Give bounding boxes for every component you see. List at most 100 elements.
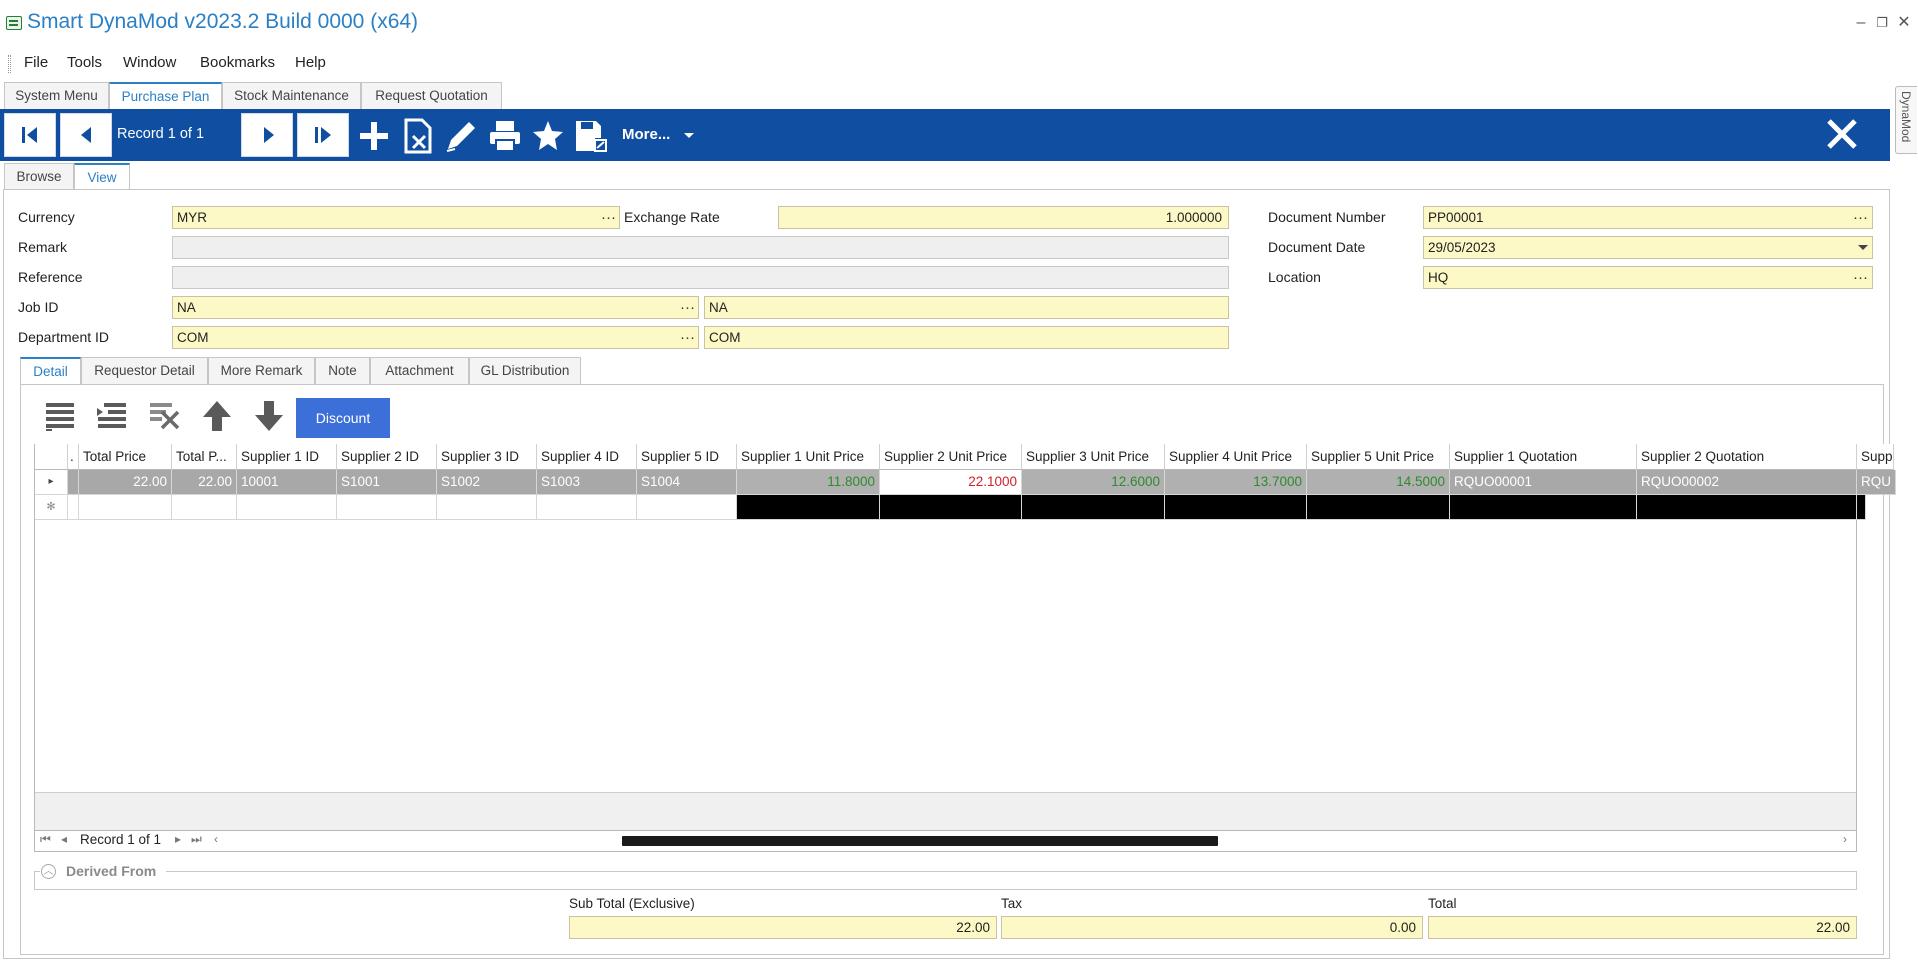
grid-cell[interactable]: S1003	[537, 470, 637, 495]
row-selector[interactable]: ▸	[35, 470, 68, 495]
currency-lookup-button[interactable]: ···	[601, 209, 616, 226]
grid-cell[interactable]: RQU	[1857, 470, 1896, 495]
tab-browse[interactable]: Browse	[4, 163, 74, 189]
add-button[interactable]	[356, 118, 392, 154]
tab-view[interactable]: View	[74, 163, 130, 190]
tab-stock-maintenance[interactable]: Stock Maintenance	[222, 82, 361, 109]
scroll-right-icon[interactable]: ›	[1843, 832, 1847, 846]
grid-cell-new[interactable]	[237, 495, 337, 520]
first-record-button[interactable]	[4, 113, 56, 157]
tab-detail[interactable]: Detail	[20, 357, 81, 385]
add-row-button[interactable]	[42, 398, 78, 434]
grid-cell-new[interactable]	[337, 495, 437, 520]
edit-button[interactable]	[443, 118, 479, 154]
grid-cell-new[interactable]	[1450, 495, 1637, 520]
grid-last-icon[interactable]: ⏭	[191, 832, 202, 847]
job-description-field[interactable]: NA	[704, 296, 1229, 319]
grid-cell[interactable]: 11.8000	[737, 470, 880, 495]
grid-cell[interactable]: 13.7000	[1165, 470, 1307, 495]
menu-tools[interactable]: Tools	[67, 54, 102, 71]
grid-cell-new[interactable]	[79, 495, 172, 520]
remark-field[interactable]	[172, 236, 1229, 259]
document-date-field[interactable]: 29/05/2023	[1423, 236, 1873, 259]
more-menu-button[interactable]: More...	[622, 126, 670, 143]
grid-cell[interactable]	[68, 470, 79, 495]
grid-cell[interactable]: S1001	[337, 470, 437, 495]
grid-cell[interactable]: 10001	[237, 470, 337, 495]
grid-cell-new[interactable]	[637, 495, 737, 520]
delete-row-button[interactable]	[146, 398, 182, 434]
grid-first-icon[interactable]: ⏮	[40, 832, 51, 847]
delete-button[interactable]	[400, 118, 436, 154]
location-field[interactable]: HQ	[1423, 266, 1873, 289]
column-header[interactable]: Supplier 5 Unit Price	[1307, 444, 1450, 470]
menu-bookmarks[interactable]: Bookmarks	[200, 54, 275, 71]
grid-cell-new[interactable]	[437, 495, 537, 520]
column-header[interactable]: Supplier 2 ID	[337, 444, 437, 470]
column-header[interactable]: Supplier 1 Quotation	[1450, 444, 1637, 470]
column-header[interactable]: Supplier 4 ID	[537, 444, 637, 470]
grid-cell-new[interactable]	[1165, 495, 1307, 520]
grid-cell[interactable]: 22.1000	[880, 470, 1022, 495]
grid-cell[interactable]: 22.00	[172, 470, 237, 495]
column-header[interactable]: Supplier 5 ID	[637, 444, 737, 470]
grid-cell-new[interactable]	[172, 495, 237, 520]
column-header[interactable]: Supplier 3 ID	[437, 444, 537, 470]
job-id-lookup-button[interactable]: ···	[680, 299, 695, 316]
grid-cell[interactable]: S1002	[437, 470, 537, 495]
menu-window[interactable]: Window	[123, 54, 176, 71]
tab-system-menu[interactable]: System Menu	[4, 82, 109, 109]
column-header[interactable]: Supplier 1 Unit Price	[737, 444, 880, 470]
restore-button[interactable]: ❐	[1871, 12, 1893, 34]
job-id-field[interactable]: NA	[172, 296, 699, 319]
tab-note[interactable]: Note	[315, 357, 370, 384]
grid-cell-new[interactable]	[68, 495, 79, 520]
reference-field[interactable]	[172, 266, 1229, 289]
move-up-button[interactable]	[199, 398, 235, 434]
grid-prev-icon[interactable]: ◂	[61, 832, 67, 846]
minimize-button[interactable]: –	[1850, 12, 1872, 34]
column-header[interactable]: Supplier 4 Unit Price	[1165, 444, 1307, 470]
tab-gl-distribution[interactable]: GL Distribution	[469, 357, 581, 384]
column-header[interactable]: .	[68, 444, 79, 470]
department-id-field[interactable]: COM	[172, 326, 699, 349]
discount-button[interactable]: Discount	[296, 398, 390, 438]
save-button[interactable]	[573, 118, 609, 154]
document-number-field[interactable]: PP00001	[1423, 206, 1873, 229]
grid-cell-new[interactable]	[1637, 495, 1857, 520]
grid-cell[interactable]: 14.5000	[1307, 470, 1450, 495]
menu-file[interactable]: File	[24, 54, 48, 71]
next-record-button[interactable]	[241, 113, 293, 157]
grid-cell-new[interactable]	[1307, 495, 1450, 520]
expand-icon[interactable]: ︿	[41, 864, 56, 879]
grid-cell[interactable]: S1004	[637, 470, 737, 495]
previous-record-button[interactable]	[60, 113, 112, 157]
grid-next-icon[interactable]: ▸	[175, 832, 181, 846]
close-window-button[interactable]: ✕	[1893, 12, 1915, 34]
grid-cell[interactable]: RQUO00002	[1637, 470, 1857, 495]
close-form-button[interactable]	[1822, 114, 1862, 154]
date-dropdown-icon[interactable]	[1858, 245, 1868, 250]
menu-help[interactable]: Help	[295, 54, 326, 71]
tab-more-remark[interactable]: More Remark	[208, 357, 315, 384]
insert-row-button[interactable]	[94, 398, 130, 434]
horizontal-scrollbar-thumb[interactable]	[622, 836, 1218, 846]
column-header[interactable]: Supplier 3 Unit Price	[1022, 444, 1165, 470]
tab-attachment[interactable]: Attachment	[370, 357, 469, 384]
grid-cell-new[interactable]	[1857, 495, 1866, 520]
department-description-field[interactable]: COM	[704, 326, 1229, 349]
grid-cell-new[interactable]	[880, 495, 1022, 520]
scroll-left-icon[interactable]: ‹	[214, 832, 218, 846]
department-lookup-button[interactable]: ···	[680, 329, 695, 346]
last-record-button[interactable]	[297, 113, 349, 157]
tab-request-quotation[interactable]: Request Quotation	[361, 82, 502, 109]
print-button[interactable]	[487, 118, 523, 154]
document-number-lookup-button[interactable]: ···	[1853, 209, 1868, 226]
column-header[interactable]: Total P...	[172, 444, 237, 470]
move-down-button[interactable]	[251, 398, 287, 434]
currency-field[interactable]: MYR	[172, 206, 620, 229]
side-tab-dynamod[interactable]: DynaMod	[1895, 86, 1917, 154]
grid-cell-new[interactable]	[537, 495, 637, 520]
derived-from-label[interactable]: Derived From	[66, 863, 156, 879]
grid-cell-new[interactable]	[737, 495, 880, 520]
